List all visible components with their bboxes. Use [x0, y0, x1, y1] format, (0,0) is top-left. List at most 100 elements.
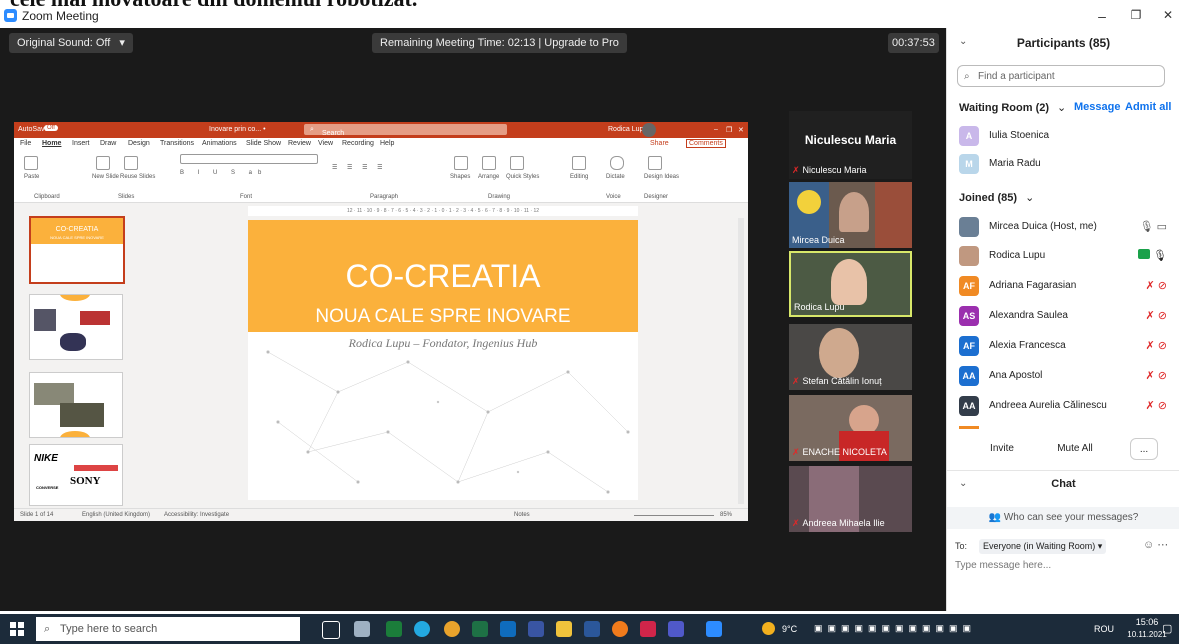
menu-file[interactable]: File [20, 140, 31, 147]
word-icon[interactable] [584, 621, 600, 637]
weather-icon[interactable] [762, 622, 775, 635]
video-tile-andreea[interactable]: ✗ Andreea Mihaela Ilie [789, 466, 912, 532]
joined-participant[interactable]: AF Alexia Francesca ✗ ⊘ [959, 334, 1171, 360]
original-sound-button[interactable]: Original Sound: Off ▾ [9, 33, 133, 53]
video-tile-mircea[interactable]: Mircea Duica [789, 182, 912, 248]
muted-icons[interactable]: ✗ ⊘ [1146, 369, 1168, 382]
message-waiting-button[interactable]: Message [1074, 101, 1120, 113]
ppt-search-box[interactable]: ⌕ Search [304, 124, 507, 137]
menu-help[interactable]: Help [380, 140, 394, 147]
edge-icon[interactable] [414, 621, 430, 637]
new-slide-icon[interactable] [96, 156, 110, 170]
windows-start-icon[interactable] [10, 622, 24, 636]
accessibility-status[interactable]: Accessibility: Investigate [164, 512, 229, 518]
thumb-slide-3[interactable]: 3 [29, 372, 123, 438]
sharing-icon[interactable]: 🎙 [1137, 249, 1167, 262]
admit-all-button[interactable]: Admit all [1125, 101, 1171, 113]
invite-button[interactable]: Invite [981, 438, 1023, 460]
app-b-icon[interactable] [640, 621, 656, 637]
reuse-slides-icon[interactable] [124, 156, 138, 170]
menu-animations[interactable]: Animations [202, 140, 237, 147]
participant-search-input[interactable]: ⌕ Find a participant [957, 65, 1165, 87]
waiting-room-header[interactable]: Waiting Room (2) ⌄ [959, 101, 1066, 114]
main-slide[interactable]: CO-CREATIA NOUA CALE SPRE INOVARE Rodica… [248, 220, 638, 500]
muted-icons[interactable]: ✗ ⊘ [1146, 279, 1168, 292]
joined-participant[interactable]: AA Ana Apostol ✗ ⊘ [959, 364, 1171, 390]
ppt-minimize-icon[interactable]: – [714, 126, 718, 133]
comments-button[interactable]: Comments [686, 139, 726, 148]
excel-icon[interactable] [472, 621, 488, 637]
notes-button[interactable]: Notes [514, 512, 530, 518]
joined-header[interactable]: Joined (85) ⌄ [959, 191, 1034, 204]
remaining-time-banner[interactable]: Remaining Meeting Time: 02:13 | Upgrade … [372, 33, 627, 53]
teams-icon[interactable] [668, 621, 684, 637]
thumb-slide-1[interactable]: 1 CO-CREATIA NOUA CALE SPRE INOVARE [29, 216, 125, 284]
menu-insert[interactable]: Insert [72, 140, 90, 147]
thumb-slide-2[interactable]: 2 [29, 294, 123, 360]
menu-review[interactable]: Review [288, 140, 311, 147]
menu-view[interactable]: View [318, 140, 333, 147]
app-icon[interactable] [354, 621, 370, 637]
more-options-button[interactable]: ... [1130, 438, 1158, 460]
paste-icon[interactable] [24, 156, 38, 170]
menu-design[interactable]: Design [128, 140, 150, 147]
video-tile-niculescu[interactable]: Niculescu Maria ✗ Niculescu Maria [789, 111, 912, 179]
who-can-see-banner[interactable]: 👥 Who can see your messages? [947, 507, 1179, 529]
weather-temp[interactable]: 9°C [782, 624, 797, 634]
menu-draw[interactable]: Draw [100, 140, 116, 147]
ppt-restore-icon[interactable]: ❐ [726, 126, 732, 134]
video-tile-enache[interactable]: ✗ ENACHE NICOLETA [789, 395, 912, 461]
joined-participant[interactable]: AA Andreea Aurelia Călinescu ✗ ⊘ [959, 394, 1171, 420]
thumb-slide-4[interactable]: 4 NIKE CONVERSE SONY [29, 444, 123, 506]
video-tile-stefan[interactable]: ✗ Stefan Cătălin Ionuț [789, 324, 912, 390]
joined-participant[interactable]: Rodica Lupu 🎙 [959, 244, 1171, 270]
menu-slideshow[interactable]: Slide Show [246, 140, 281, 147]
menu-transitions[interactable]: Transitions [160, 140, 194, 147]
autosave-toggle[interactable]: Off [44, 125, 58, 131]
menu-home[interactable]: Home [42, 140, 61, 147]
arrange-icon[interactable] [482, 156, 496, 170]
language-indicator[interactable]: ROU [1094, 624, 1114, 634]
taskbar-search-box[interactable]: ⌕ Type here to search [36, 617, 300, 641]
font-format-icons[interactable]: B I U S ab [180, 170, 267, 176]
share-button[interactable]: Share [650, 140, 669, 147]
chat-message-input[interactable]: Type message here... [955, 560, 1051, 571]
joined-participant[interactable]: AS Alexandra Saulea ✗ ⊘ [959, 304, 1171, 330]
firefox-icon[interactable] [612, 621, 628, 637]
joined-participant[interactable]: AF Adriana Fagarasian ✗ ⊘ [959, 274, 1171, 300]
joined-participant[interactable]: Mircea Duica (Host, me) 🎙 ▭ [959, 215, 1171, 241]
microphone-icon[interactable] [610, 156, 624, 170]
mic-on-icon[interactable]: 🎙 ▭ [1140, 220, 1167, 233]
waiting-participant[interactable]: M Maria Radu [959, 152, 1171, 178]
design-ideas-icon[interactable] [648, 156, 662, 170]
font-name-box[interactable] [180, 154, 318, 164]
menu-recording[interactable]: Recording [342, 140, 374, 147]
close-button[interactable]: ✕ [1158, 8, 1178, 22]
waiting-participant[interactable]: A Iulia Stoenica [959, 124, 1171, 150]
task-view-icon[interactable] [322, 621, 340, 639]
outlook-icon[interactable] [500, 621, 516, 637]
tray-icons[interactable]: ▣▣▣▣▣▣▣▣▣▣▣▣ [814, 623, 976, 634]
editing-icon[interactable] [572, 156, 586, 170]
muted-icons[interactable]: ✗ ⊘ [1146, 309, 1168, 322]
slide-scrollbar[interactable] [738, 218, 744, 504]
file-explorer-icon[interactable] [556, 621, 572, 637]
zoom-slider[interactable] [634, 515, 714, 516]
mute-all-button[interactable]: Mute All [1045, 438, 1105, 460]
emoji-icon[interactable]: ☺ ⋯ [1143, 538, 1168, 551]
chrome-icon[interactable] [444, 621, 460, 637]
zoom-taskbar-icon[interactable] [706, 621, 722, 637]
paragraph-icons[interactable]: ☰ ☰ ☰ ☰ [332, 164, 387, 171]
shapes-icon[interactable] [454, 156, 468, 170]
language-status[interactable]: English (United Kingdom) [82, 512, 150, 518]
maximize-button[interactable]: ❐ [1126, 8, 1146, 22]
muted-icons[interactable]: ✗ ⊘ [1146, 339, 1168, 352]
video-tile-rodica[interactable]: Rodica Lupu [789, 251, 912, 317]
quick-styles-icon[interactable] [510, 156, 524, 170]
muted-icons[interactable]: ✗ ⊘ [1146, 399, 1168, 412]
minimize-button[interactable]: – [1092, 8, 1112, 24]
visio-icon[interactable] [528, 621, 544, 637]
shared-screen[interactable]: AutoSave Off Inovare prin co... • ⌕ Sear… [14, 122, 748, 521]
ppt-close-icon[interactable]: ✕ [738, 126, 744, 134]
recipient-select[interactable]: Everyone (in Waiting Room) ▾ [979, 539, 1107, 554]
